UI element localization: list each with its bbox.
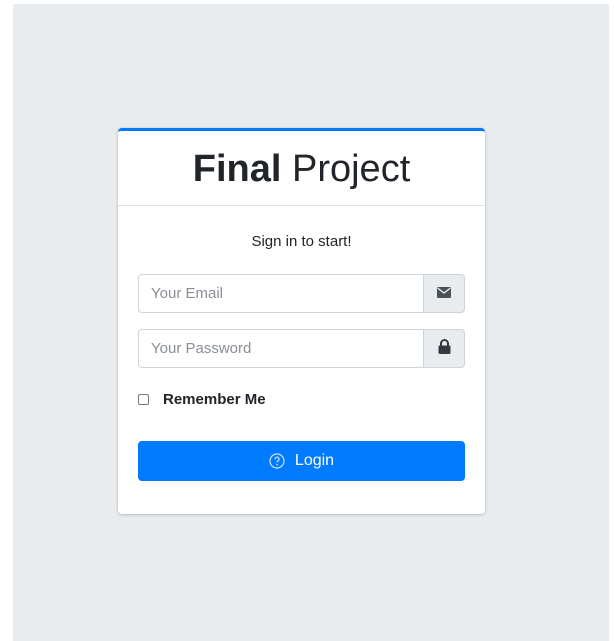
remember-me-row: Remember Me [138, 389, 266, 409]
lock-icon [438, 338, 451, 359]
remember-me-checkbox[interactable] [138, 393, 149, 405]
card-body: Sign in to start! [118, 233, 485, 251]
email-field[interactable] [138, 274, 423, 313]
login-button[interactable]: Login [138, 441, 465, 481]
password-input-group [138, 329, 465, 368]
login-card: Final Project Sign in to start! Your Ema… [118, 128, 485, 514]
password-addon [423, 329, 465, 368]
page-background: Final Project Sign in to start! Your Ema… [13, 4, 609, 641]
question-circle-icon [269, 453, 285, 469]
brand-light: Project [291, 148, 411, 190]
email-addon [423, 274, 465, 313]
password-field[interactable] [138, 329, 423, 368]
login-subtitle: Sign in to start! [251, 233, 352, 250]
page-title[interactable]: Final Project [193, 150, 411, 188]
card-header: Final Project [118, 131, 485, 206]
envelope-icon [437, 285, 451, 303]
remember-me-label[interactable]: Remember Me [163, 391, 266, 408]
email-input-group [138, 274, 465, 313]
brand-bold: Final [192, 148, 282, 190]
login-button-label: Login [294, 452, 335, 469]
